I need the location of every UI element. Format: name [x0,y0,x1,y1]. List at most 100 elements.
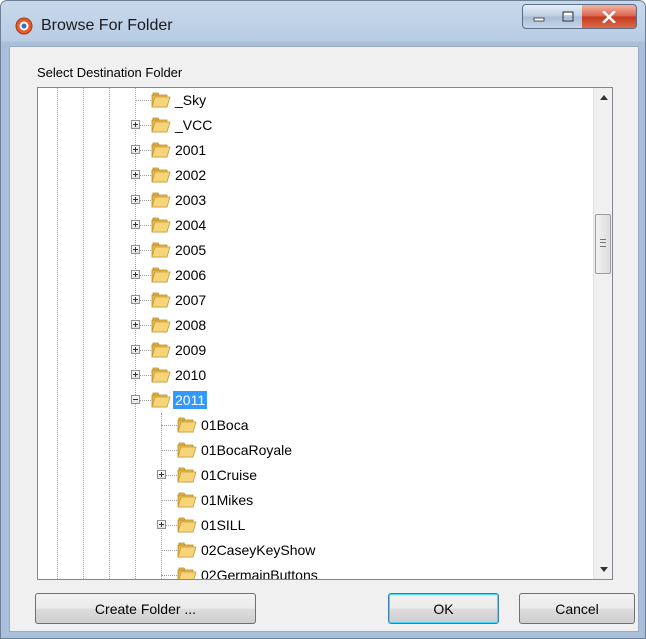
tree-item[interactable]: 01SILL [38,513,593,538]
tree-item-label[interactable]: 2001 [173,141,208,159]
tree-item-label[interactable]: 2007 [173,291,208,309]
expand-icon[interactable] [131,345,140,354]
expand-icon[interactable] [131,195,140,204]
folder-icon [151,116,171,134]
tree-item[interactable]: 2002 [38,163,593,188]
folder-icon [151,241,171,259]
folder-icon [177,466,197,484]
folder-icon [177,566,197,579]
folder-icon [151,391,171,409]
ok-button[interactable]: OK [388,593,499,624]
tree-connector [161,575,177,576]
expand-icon[interactable] [131,320,140,329]
create-folder-button[interactable]: Create Folder ... [35,593,256,624]
folder-icon [177,441,197,459]
maximize-button[interactable] [554,4,583,29]
tree-item[interactable]: _Sky [38,88,593,113]
tree-connector [161,450,177,451]
folder-tree-viewport: _Sky _VCC 2001 2002 2003 2004 2005 2006 2007 2008… [38,88,593,579]
expand-icon[interactable] [131,170,140,179]
dialog-body: Select Destination Folder _Sky _VCC 2001 20… [9,46,639,632]
expand-icon[interactable] [157,470,166,479]
folder-icon [151,141,171,159]
tree-item-label[interactable]: _VCC [173,116,214,134]
tree-item-label[interactable]: 2010 [173,366,208,384]
tree-item-label[interactable]: 2005 [173,241,208,259]
folder-icon [151,216,171,234]
collapse-icon[interactable] [131,395,140,404]
tree-item[interactable]: 2003 [38,188,593,213]
folder-icon [151,341,171,359]
tree-item[interactable]: 2005 [38,238,593,263]
tree-item-label[interactable]: 01Cruise [199,466,259,484]
tree-item-label[interactable]: 2009 [173,341,208,359]
expand-icon[interactable] [131,245,140,254]
close-button[interactable] [582,4,637,29]
scroll-down-icon [599,567,608,572]
tree-item-label[interactable]: 02GermainButtons [199,566,320,579]
browse-folder-window: Browse For Folder Select Destination Fol… [0,0,646,639]
scroll-up-button[interactable] [594,88,612,107]
tree-item[interactable]: 2001 [38,138,593,163]
tree-item[interactable]: 02GermainButtons [38,563,593,579]
tree-item-label[interactable]: 2011 [173,391,208,409]
instruction-label: Select Destination Folder [37,65,183,80]
tree-item[interactable]: 2011 [38,388,593,413]
folder-icon [151,316,171,334]
tree-item[interactable]: 2004 [38,213,593,238]
tree-item[interactable]: 01Mikes [38,488,593,513]
tree-item-label[interactable]: 2004 [173,216,208,234]
tree-item-label[interactable]: 01Mikes [199,491,255,509]
title-bar[interactable]: Browse For Folder [1,1,645,45]
tree-item-label[interactable]: 2002 [173,166,208,184]
folder-tree[interactable]: _Sky _VCC 2001 2002 2003 2004 2005 2006 2007 2008… [37,87,613,580]
tree-item[interactable]: 2008 [38,313,593,338]
expand-icon[interactable] [131,145,140,154]
expand-icon[interactable] [157,520,166,529]
tree-item[interactable]: _VCC [38,113,593,138]
tree-item-label[interactable]: 01SILL [199,516,247,534]
tree-item[interactable]: 2007 [38,288,593,313]
tree-connector [161,425,177,426]
scroll-thumb[interactable] [595,214,611,274]
folder-icon [151,166,171,184]
tree-scrollbar[interactable] [593,88,612,579]
tree-item-label[interactable]: 02CaseyKeyShow [199,541,317,559]
folder-icon [151,291,171,309]
scroll-up-icon [599,95,608,100]
tree-item[interactable]: 01Cruise [38,463,593,488]
close-icon [602,10,616,23]
tree-item-label[interactable]: 2006 [173,266,208,284]
minimize-button[interactable] [522,4,555,29]
tree-connector [161,550,177,551]
expand-icon[interactable] [131,220,140,229]
tree-item-label[interactable]: 2003 [173,191,208,209]
folder-icon [177,491,197,509]
folder-icon [177,516,197,534]
expand-icon[interactable] [131,120,140,129]
folder-icon [151,266,171,284]
tree-item-label[interactable]: _Sky [173,91,208,109]
expand-icon[interactable] [131,295,140,304]
tree-item[interactable]: 02CaseyKeyShow [38,538,593,563]
cancel-button[interactable]: Cancel [519,593,635,624]
tree-item-label[interactable]: 01BocaRoyale [199,441,294,459]
tree-item-label[interactable]: 01Boca [199,416,250,434]
folder-icon [151,91,171,109]
tree-item[interactable]: 01Boca [38,413,593,438]
folder-icon [151,366,171,384]
window-title: Browse For Folder [41,17,173,34]
app-icon [15,17,33,35]
tree-item[interactable]: 01BocaRoyale [38,438,593,463]
tree-item-label[interactable]: 2008 [173,316,208,334]
tree-item[interactable]: 2009 [38,338,593,363]
folder-icon [177,541,197,559]
tree-connector [161,500,177,501]
scroll-down-button[interactable] [594,560,612,579]
scroll-grip-icon [600,239,606,247]
expand-icon[interactable] [131,370,140,379]
expand-icon[interactable] [131,270,140,279]
folder-icon [177,416,197,434]
tree-item[interactable]: 2006 [38,263,593,288]
tree-item[interactable]: 2010 [38,363,593,388]
